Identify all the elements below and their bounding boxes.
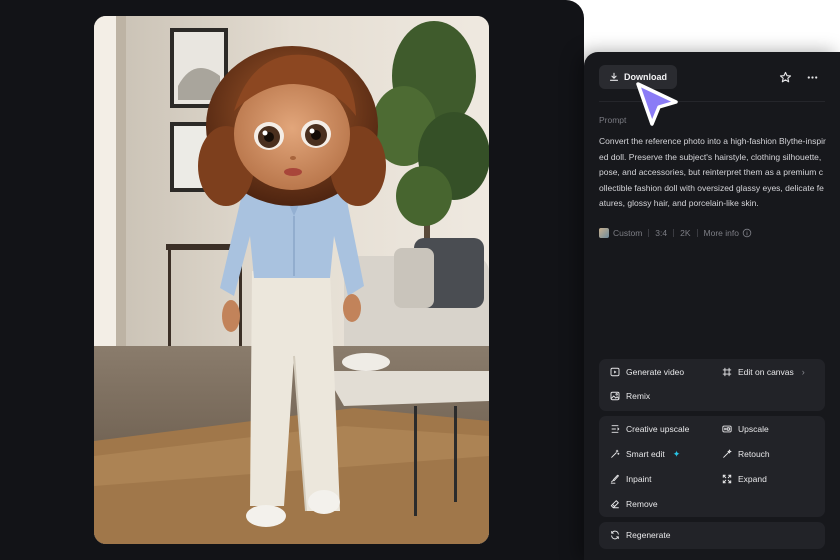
toolbar-divider (599, 101, 825, 102)
sparkle-icon: ✦ (672, 448, 681, 459)
generate-video-label: Generate video (626, 367, 685, 377)
style-thumbnail (599, 228, 609, 238)
prompt-label: Prompt (599, 115, 627, 125)
expand-label: Expand (738, 474, 767, 484)
smart-edit-button[interactable]: Smart edit ✦ (610, 446, 680, 462)
more-info-link[interactable]: More info (704, 228, 739, 238)
generated-image[interactable] (94, 16, 489, 544)
upscale-label: Upscale (738, 424, 769, 434)
retouch-button[interactable]: Retouch (722, 446, 770, 462)
more-horizontal-icon[interactable] (803, 68, 821, 86)
magic-wand-icon (611, 449, 620, 458)
retouch-wand-icon (723, 449, 732, 458)
action-group-regenerate: Regenerate (599, 522, 825, 549)
creative-upscale-icon (611, 425, 620, 433)
inpaint-brush-icon (610, 474, 619, 484)
remix-button[interactable]: Remix (610, 388, 650, 404)
download-label: Download (624, 72, 667, 82)
meta-separator (696, 229, 698, 237)
meta-resolution: 2K (680, 228, 691, 238)
doll-photo-illustration (94, 16, 489, 544)
refresh-icon (611, 530, 619, 540)
action-group-edit: Creative upscale Upscale Smart edit ✦ Re… (599, 416, 825, 517)
expand-icon (722, 474, 732, 484)
inpaint-label: Inpaint (626, 474, 652, 484)
regenerate-label: Regenerate (626, 530, 671, 540)
edit-on-canvas-label: Edit on canvas (738, 367, 794, 377)
regenerate-button[interactable]: Regenerate (610, 527, 670, 543)
remove-label: Remove (626, 499, 658, 509)
download-icon (609, 72, 619, 81)
play-square-icon (610, 367, 620, 377)
hd-icon (722, 425, 732, 433)
panel-toolbar: Download (599, 65, 825, 89)
smart-edit-label: Smart edit (626, 449, 665, 459)
remix-label: Remix (626, 391, 651, 401)
image-icon (610, 391, 620, 401)
generation-meta: Custom 3:4 2K More info (599, 228, 752, 238)
inpaint-button[interactable]: Inpaint (610, 471, 652, 487)
creative-upscale-button[interactable]: Creative upscale (610, 421, 689, 437)
download-button[interactable]: Download (599, 65, 677, 89)
image-preview-card (0, 0, 584, 560)
canvas-frame-icon (722, 367, 732, 377)
edit-on-canvas-button[interactable]: Edit on canvas › (722, 364, 805, 380)
meta-style: Custom (613, 228, 643, 238)
meta-separator (648, 229, 650, 237)
eraser-icon (610, 500, 619, 509)
remove-button[interactable]: Remove (610, 496, 658, 512)
expand-button[interactable]: Expand (722, 471, 767, 487)
info-icon[interactable] (742, 228, 752, 238)
action-group-create: Generate video Edit on canvas › Remix (599, 359, 825, 411)
meta-separator (673, 229, 675, 237)
star-icon[interactable] (776, 68, 794, 86)
retouch-label: Retouch (738, 449, 770, 459)
generate-video-button[interactable]: Generate video (610, 364, 684, 380)
meta-ratio: 3:4 (655, 228, 668, 238)
prompt-text: Convert the reference photo into a high-… (599, 136, 826, 209)
upscale-button[interactable]: Upscale (722, 421, 769, 437)
creative-upscale-label: Creative upscale (626, 424, 690, 434)
chevron-right-icon: › (801, 367, 805, 377)
image-details-panel: Download Prompt Convert the reference ph… (584, 52, 840, 560)
